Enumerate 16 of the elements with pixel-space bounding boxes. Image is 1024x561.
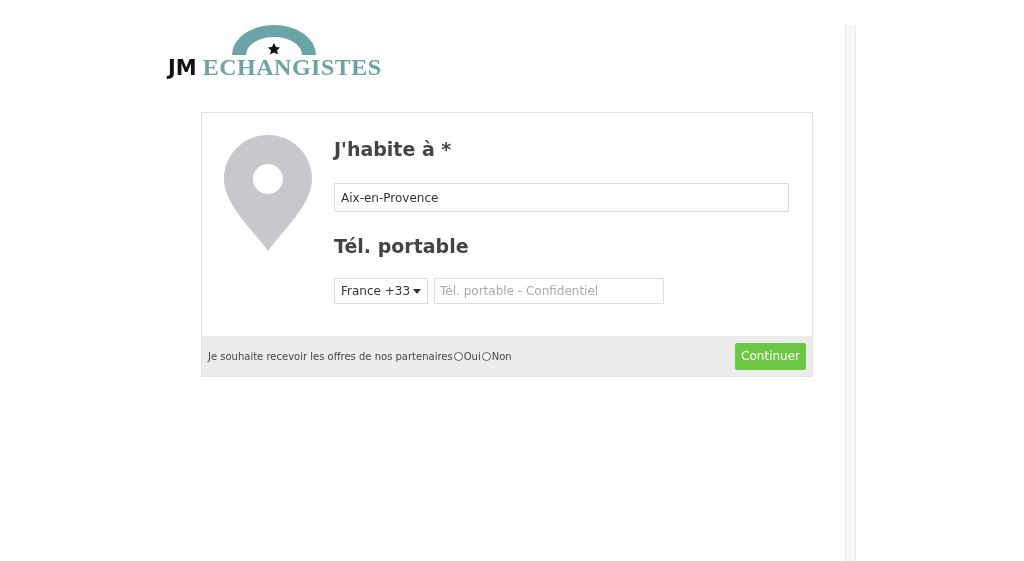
logo-text: JM (168, 58, 197, 79)
caret-icon (413, 288, 422, 294)
logo[interactable]: JM ECHANGISTES (168, 25, 388, 80)
city-field[interactable]: Aix-en-Provence (334, 183, 789, 212)
phone-field[interactable]: Tél. portable - Confidentiel (434, 278, 665, 304)
logo-arch-icon (230, 25, 318, 55)
country-select[interactable]: France +33 (334, 278, 429, 304)
radio-option[interactable]: Oui (453, 348, 481, 364)
location-pin-icon (224, 135, 312, 251)
partner-offers-question: Je souhaite recevoir les offres de nos partenaires (208, 349, 453, 364)
radio-option[interactable]: Non (481, 348, 512, 364)
radio-button[interactable] (453, 351, 463, 361)
radio-button[interactable] (481, 351, 491, 361)
logo-text: ECHANGISTES (202, 55, 382, 79)
city-label: J'habite à * (334, 137, 453, 162)
phone-label: Tél. portable (334, 234, 470, 259)
